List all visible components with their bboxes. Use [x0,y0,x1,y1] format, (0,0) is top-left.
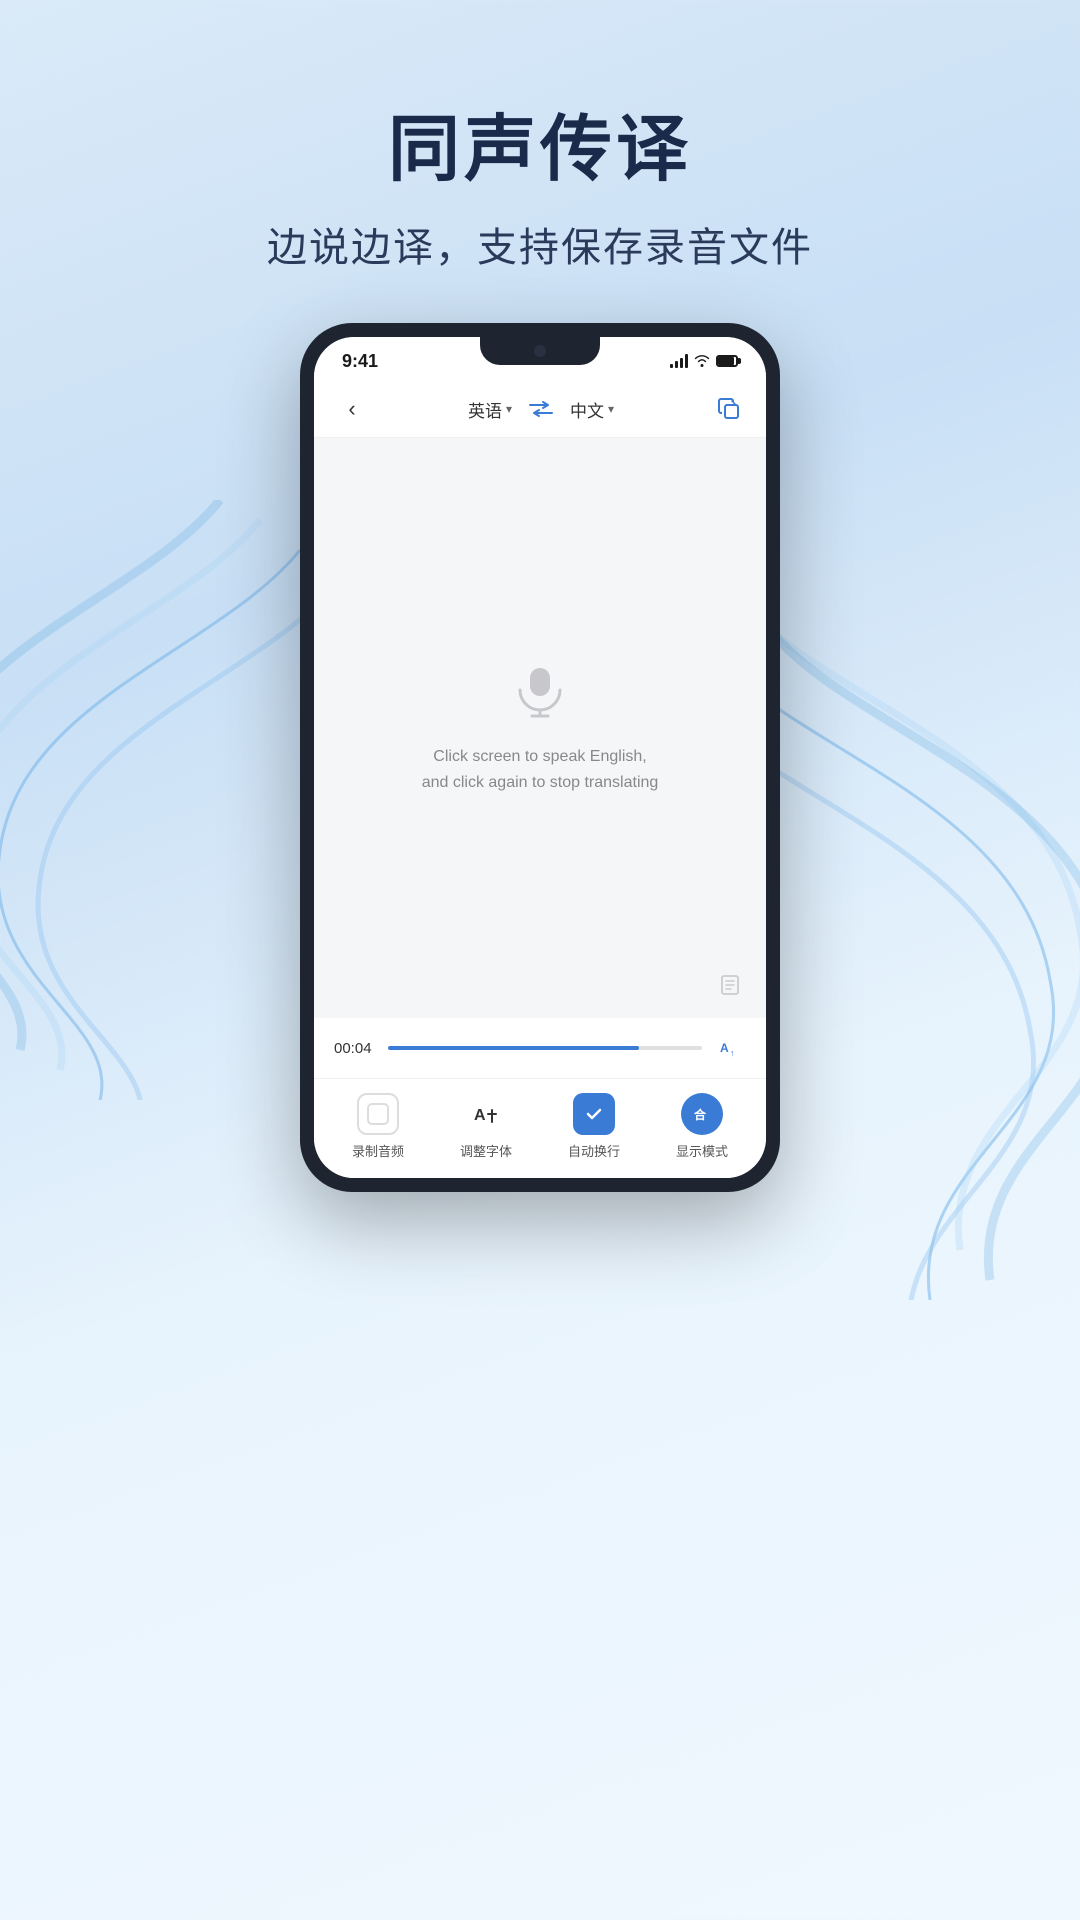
bottom-toolbar: 录制音频 A 调整字体 [314,1078,766,1178]
main-title: 同声传译 [0,90,1080,195]
record-audio-label: 录制音频 [352,1141,404,1160]
status-time: 9:41 [342,351,378,372]
header-section: 同声传译 边说边译，支持保存录音文件 [0,0,1080,323]
phone-screen: 9:41 [314,337,766,1178]
signal-icon [670,354,688,368]
toolbar-record-audio[interactable]: 录制音频 [338,1093,418,1160]
phone-container: 9:41 [0,323,1080,1192]
toolbar-auto-linebreak[interactable]: 自动换行 [554,1093,634,1160]
mic-icon [510,660,570,720]
target-lang-button[interactable]: 中文 ▾ [570,397,614,422]
copy-icon-button[interactable] [712,392,746,426]
display-mode-icon: 合 [681,1093,723,1135]
display-mode-label: 显示模式 [676,1141,728,1160]
swap-language-button[interactable] [528,400,554,418]
lang-selector: 英语 ▾ 中文 ▾ [468,397,614,422]
back-button[interactable]: ‹ [334,391,370,427]
prompt-line1: Click screen to speak English, [433,748,646,765]
svg-text:↑: ↑ [730,1048,735,1058]
font-size-button[interactable]: A ↑ [714,1032,746,1064]
battery-icon [716,355,738,367]
svg-text:A: A [474,1107,486,1124]
svg-text:A: A [720,1041,729,1055]
camera-dot [534,345,546,357]
translation-area[interactable]: Click screen to speak English, and click… [314,438,766,1018]
progress-section: 00:04 A ↑ [314,1018,766,1078]
adjust-font-label: 调整字体 [460,1141,512,1160]
prompt-text: Click screen to speak English, and click… [422,744,659,795]
target-lang-label: 中文 [570,397,604,422]
toolbar-adjust-font[interactable]: A 调整字体 [446,1093,526,1160]
auto-linebreak-label: 自动换行 [568,1141,620,1160]
status-icons [670,353,738,370]
app-navbar: ‹ 英语 ▾ 中文 ▾ [314,381,766,438]
target-lang-arrow: ▾ [608,402,614,416]
source-lang-label: 英语 [468,397,502,422]
progress-bar-fill [388,1046,639,1050]
auto-linebreak-icon [573,1093,615,1135]
time-label: 00:04 [334,1040,376,1057]
wifi-icon [694,353,710,370]
toolbar-display-mode[interactable]: 合 显示模式 [662,1093,742,1160]
phone-frame: 9:41 [300,323,780,1192]
progress-bar [388,1046,702,1050]
prompt-line2: and click again to stop translating [422,774,659,791]
adjust-font-icon: A [465,1093,507,1135]
record-audio-icon [357,1093,399,1135]
svg-text:合: 合 [694,1107,707,1122]
doc-copy-button[interactable] [714,966,750,1002]
source-lang-button[interactable]: 英语 ▾ [468,397,512,422]
phone-notch [480,337,600,365]
source-lang-arrow: ▾ [506,402,512,416]
sub-title: 边说边译，支持保存录音文件 [0,215,1080,273]
